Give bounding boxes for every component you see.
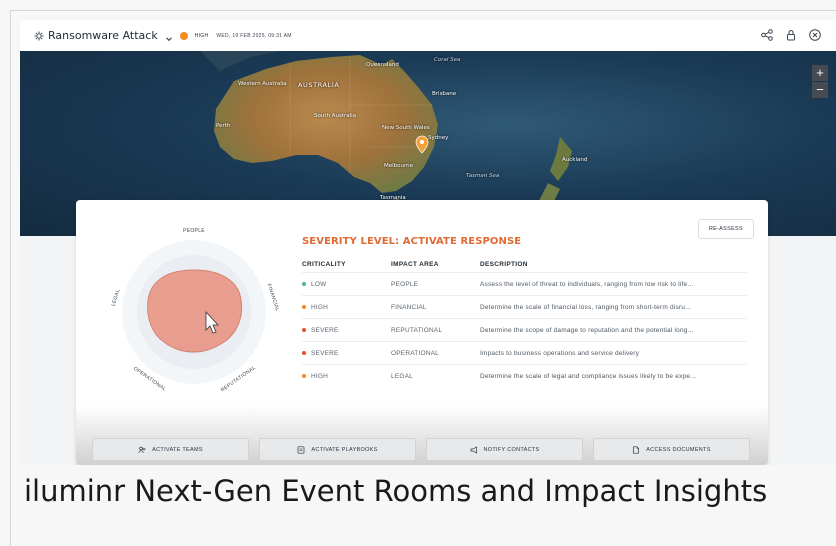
table-row[interactable]: HIGH FINANCIAL Determine the scale of fi… — [302, 295, 747, 318]
criticality-value: HIGH — [311, 372, 329, 380]
close-icon[interactable] — [808, 28, 822, 42]
access-documents-button[interactable]: ACCESS DOCUMENTS — [593, 438, 750, 461]
activate-playbooks-button[interactable]: ACTIVATE PLAYBOOKS — [259, 438, 416, 461]
criticality-dot — [302, 305, 306, 309]
radar-impact-area — [147, 269, 243, 353]
impact-table: CRITICALITY IMPACT AREA DESCRIPTION LOW … — [302, 257, 747, 387]
impact-area-value: LEGAL — [391, 372, 413, 380]
column-description: DESCRIPTION — [480, 261, 528, 268]
criticality-dot — [302, 328, 306, 332]
description-value: Determine the scale of legal and complia… — [480, 372, 697, 380]
table-row[interactable]: LOW PEOPLE Assess the level of threat to… — [302, 272, 747, 295]
map-label-perth: Perth — [216, 123, 231, 129]
zoom-out-button[interactable]: − — [812, 82, 828, 98]
criticality-value: SEVERE — [311, 326, 339, 334]
impact-area-value: FINANCIAL — [391, 303, 427, 311]
map-label-new-south-wales: New South Wales — [382, 125, 430, 131]
table-row[interactable]: SEVERE REPUTATIONAL Determine the scope … — [302, 318, 747, 341]
impact-area-value: OPERATIONAL — [391, 349, 439, 357]
chevron-down-icon[interactable] — [164, 31, 174, 41]
table-header: CRITICALITY IMPACT AREA DESCRIPTION — [302, 257, 747, 272]
megaphone-icon — [470, 445, 478, 454]
map-label-queensland: Queensland — [366, 62, 399, 68]
zoom-in-button[interactable]: + — [812, 65, 828, 81]
notify-contacts-label: NOTIFY CONTACTS — [483, 446, 540, 453]
lock-icon[interactable] — [784, 28, 798, 42]
map-label-western-australia: Western Australia — [238, 81, 287, 87]
video-caption: iluminr Next-Gen Event Rooms and Impact … — [24, 474, 768, 508]
criticality-dot — [302, 282, 306, 286]
criticality-value: SEVERE — [311, 349, 339, 357]
impact-area-value: REPUTATIONAL — [391, 326, 443, 334]
share-icon[interactable] — [760, 28, 774, 42]
event-header: Ransomware Attack HIGH WED, 19 FEB 2025,… — [20, 20, 836, 51]
severity-label: HIGH — [194, 32, 209, 39]
criticality-dot — [302, 351, 306, 355]
severity-dot — [179, 31, 188, 40]
radar-label-people: PEOPLE — [183, 228, 205, 234]
map-label-sydney: Sydney — [428, 135, 449, 141]
description-value: Determine the scope of damage to reputat… — [480, 326, 694, 334]
impact-assessment-card: PEOPLE FINANCIAL REPUTATIONAL OPERATIONA… — [76, 200, 768, 465]
map-label-coral-sea: Coral Sea — [434, 57, 461, 63]
column-impact-area: IMPACT AREA — [391, 261, 439, 268]
criticality-dot — [302, 374, 306, 378]
event-room-window: Ransomware Attack HIGH WED, 19 FEB 2025,… — [20, 20, 836, 465]
action-bar: ACTIVATE TEAMS ACTIVATE PLAYBOOKS NOTIFY… — [92, 438, 752, 461]
impact-area-value: PEOPLE — [391, 280, 419, 288]
playbook-icon — [297, 445, 305, 454]
map-label-tasman-sea: Tasman Sea — [466, 173, 500, 179]
description-value: Impacts to business operations and servi… — [480, 349, 640, 357]
map-label-brisbane: Brisbane — [432, 91, 457, 97]
notify-contacts-button[interactable]: NOTIFY CONTACTS — [426, 438, 583, 461]
map-label-south-australia: South Australia — [314, 113, 357, 119]
zoom-controls: + − — [812, 65, 828, 99]
description-value: Assess the level of threat to individual… — [480, 280, 694, 288]
map-label-melbourne: Melbourne — [384, 163, 414, 169]
impact-radar-chart: PEOPLE FINANCIAL REPUTATIONAL OPERATIONA… — [110, 228, 281, 393]
map-label-australia: AUSTRALIA — [298, 81, 340, 89]
event-timestamp: WED, 19 FEB 2025, 09:31 AM — [216, 32, 292, 39]
settings-icon[interactable] — [33, 30, 45, 42]
criticality-value: HIGH — [311, 303, 329, 311]
users-icon — [138, 446, 146, 454]
radar-label-financial: FINANCIAL — [266, 283, 281, 312]
table-row[interactable]: SEVERE OPERATIONAL Impacts to business o… — [302, 341, 747, 364]
table-row[interactable]: HIGH LEGAL Determine the scale of legal … — [302, 364, 747, 387]
criticality-value: LOW — [311, 280, 327, 288]
document-icon — [632, 445, 640, 454]
radar-label-legal: LEGAL — [110, 288, 121, 307]
map-label-auckland: Auckland — [562, 157, 588, 163]
activate-playbooks-label: ACTIVATE PLAYBOOKS — [311, 446, 378, 453]
column-criticality: CRITICALITY — [302, 261, 346, 268]
description-value: Determine the scale of financial loss, r… — [480, 303, 692, 311]
reassess-button[interactable]: RE-ASSESS — [697, 219, 754, 239]
severity-heading: SEVERITY LEVEL: ACTIVATE RESPONSE — [302, 236, 522, 247]
access-documents-label: ACCESS DOCUMENTS — [646, 446, 711, 453]
event-title[interactable]: Ransomware Attack — [48, 29, 158, 42]
activate-teams-button[interactable]: ACTIVATE TEAMS — [92, 438, 249, 461]
activate-teams-label: ACTIVATE TEAMS — [152, 446, 203, 453]
